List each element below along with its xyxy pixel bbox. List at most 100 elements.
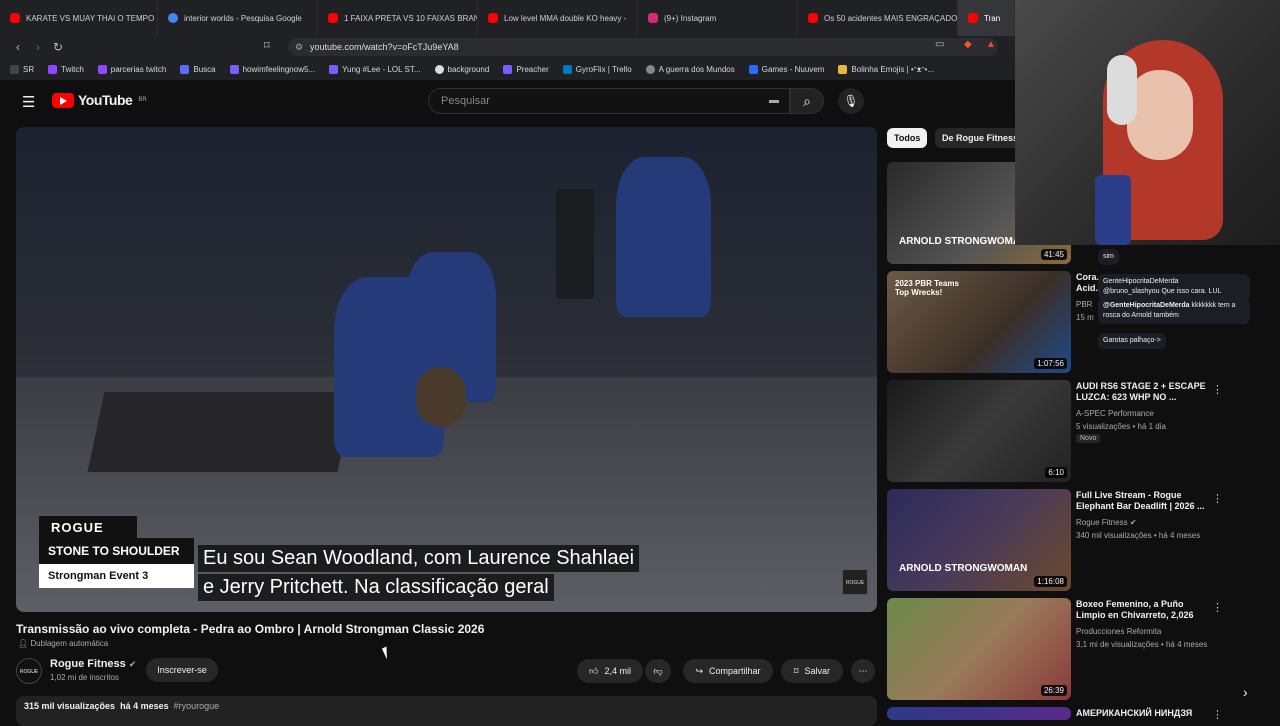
rec-thumbnail[interactable]: 26:39 [887, 598, 1071, 700]
subscribe-button[interactable]: Inscrever-se [146, 658, 218, 682]
bookmark-item[interactable]: Games - Nuuvem [748, 64, 824, 74]
google-icon [434, 64, 444, 74]
mouse-cursor-icon [381, 644, 397, 660]
twitch-icon [48, 64, 58, 74]
rec-more-icon[interactable]: ⋮ [1212, 383, 1223, 396]
bookmark-item[interactable]: SR [10, 64, 34, 74]
brave-shield-icon[interactable]: ◆ [964, 39, 972, 50]
channel-avatar[interactable]: ROGUE [16, 658, 42, 684]
rec-thumbnail[interactable]: ARNOLD STRONGWOMAN 1:16:08 [887, 489, 1071, 591]
browser-tab[interactable]: (9+) Instagram [638, 0, 798, 36]
bookmarks-bar: SR Twitch parcerias twitch Busca howimfe… [0, 58, 1015, 80]
share-icon: ↪ [695, 665, 703, 676]
browser-tab[interactable]: 1 FAIXA PRETA VS 10 FAIXAS BRAN [318, 0, 478, 36]
bookmark-item[interactable]: Busca [180, 64, 216, 74]
microphone [1095, 175, 1131, 245]
duration-badge: 1:16:08 [1034, 576, 1067, 587]
bookmark-folder[interactable]: Bolinha Emojis | •ᵔᴥᵔ•... [838, 64, 934, 74]
video-title: Transmissão ao vivo completa - Pedra ao … [16, 622, 485, 636]
brave-rewards-icon[interactable]: ▲ [986, 39, 996, 50]
browser-tab[interactable]: Low level MMA double KO heavy - [478, 0, 638, 36]
keyboard-icon[interactable]: ▬ [769, 89, 779, 113]
browser-tab[interactable]: Os 50 acidentes MAIS ENGRAÇADO [798, 0, 958, 36]
bookmark-item[interactable]: Preacher [503, 64, 549, 74]
like-button[interactable]: 👍︎ 2,4 mil [577, 659, 643, 683]
duration-badge: 1:07:56 [1034, 358, 1067, 369]
duration-badge: 6:10 [1045, 467, 1067, 478]
rec-title[interactable]: AUDI RS6 STAGE 2 + ESCAPE LUZCA: 623 WHP… [1076, 381, 1206, 403]
bookmark-item[interactable]: Yung #Lee - LOL ST... [329, 64, 421, 74]
share-button[interactable]: ↪ Compartilhar [683, 659, 773, 683]
twitch-icon [97, 64, 107, 74]
browser-tab-active[interactable]: Tran [958, 0, 1015, 36]
search-input[interactable]: Pesquisar ▬ [428, 88, 790, 114]
channel-name[interactable]: Rogue Fitness ✔ [50, 658, 136, 670]
new-badge: Novo [1076, 434, 1101, 443]
youtube-play-icon [52, 92, 74, 108]
rec-title[interactable]: АМЕРИКАНСКИЙ НИНДЗЯ [1076, 708, 1206, 719]
description-box[interactable]: 315 mil visualizações há 4 meses #ryouro… [16, 696, 877, 726]
more-actions-button[interactable]: ⋯ [851, 659, 875, 683]
bookmark-item[interactable]: parcerias twitch [97, 64, 166, 74]
url-field[interactable]: ⚙ youtube.com/watch?v=oFcTJu9eYA8 [288, 38, 998, 56]
rec-channel[interactable]: A-SPEC Performance [1076, 409, 1154, 418]
bookmark-item[interactable]: background [434, 64, 489, 74]
thumbs-down-icon: 👎︎ [653, 665, 663, 676]
rec-more-icon[interactable]: ⋮ [1212, 601, 1223, 614]
rec-meta: 5 visualizações • há 1 dia [1076, 422, 1166, 431]
rec-channel[interactable]: Rogue Fitness ✔ [1076, 518, 1137, 527]
verified-icon: ✔ [128, 659, 137, 669]
rec-channel[interactable]: PBR [1076, 300, 1092, 309]
chat-message: Garotas palhaço-> [1098, 333, 1166, 349]
rec-title[interactable]: Cora... Acid... [1076, 272, 1100, 294]
hashtag: #ryourogue [173, 701, 220, 711]
youtube-favicon-icon [10, 13, 20, 23]
upload-age: há 4 meses [120, 701, 169, 711]
bookmark-favicon-icon [329, 64, 339, 74]
chip-all[interactable]: Todos [887, 128, 928, 148]
site-info-icon[interactable]: ⚙ [295, 38, 303, 56]
voice-search-button[interactable]: 🎙︎ [838, 88, 864, 114]
channel-watermark[interactable]: ROGUE [842, 569, 868, 595]
event-name: STONE TO SHOULDER [39, 538, 194, 564]
youtube-logo[interactable]: YouTube BR [52, 92, 147, 108]
forward-icon[interactable]: › [28, 40, 48, 54]
chip-from-channel[interactable]: De Rogue Fitness [935, 128, 1026, 148]
search-button[interactable]: ⌕ [790, 88, 824, 114]
rec-more-icon[interactable]: ⋮ [1212, 492, 1223, 505]
bookmark-item[interactable]: Twitch [48, 64, 84, 74]
bookmark-favicon-icon [10, 64, 19, 74]
reload-icon[interactable]: ↻ [48, 40, 68, 54]
dislike-button[interactable]: 👎︎ [645, 659, 671, 683]
bookmark-favicon-icon [180, 64, 190, 74]
bookmark-item[interactable]: howimfeelingnow5... [229, 64, 315, 74]
trello-icon [562, 64, 572, 74]
browser-tab[interactable]: interior worlds - Pesquisa Google [158, 0, 318, 36]
more-icon: ⋯ [858, 665, 868, 676]
stone-barrel [556, 189, 594, 299]
cast-icon[interactable]: ▭ [935, 39, 944, 50]
menu-icon[interactable]: ☰ [22, 93, 35, 111]
scroll-right-icon[interactable]: › [1243, 684, 1248, 700]
rec-more-icon[interactable]: ⋮ [1212, 708, 1223, 721]
bookmark-favicon-icon [229, 64, 239, 74]
save-icon: ⌑ [793, 665, 799, 676]
rec-thumbnail[interactable] [887, 707, 1071, 720]
rec-channel[interactable]: Producciones Reformita [1076, 627, 1161, 636]
search-icon: ⌕ [803, 93, 811, 109]
bookmark-item[interactable]: A guerra dos Mundos [645, 64, 735, 74]
save-button[interactable]: ⌑ Salvar [781, 659, 843, 683]
bookmark-item[interactable]: GyroFlix | Trello [562, 64, 632, 74]
browser-tab[interactable]: KARATE VS MUAY THAI O TEMPO É [0, 0, 158, 36]
bookmark-icon[interactable]: ⌑ [264, 39, 270, 52]
rec-title[interactable]: Boxeo Femenino, a Puño Limpio en Chivarr… [1076, 599, 1206, 621]
person-icon: 👤︎ [18, 639, 29, 648]
back-icon[interactable]: ‹ [8, 40, 28, 54]
youtube-favicon-icon [968, 13, 978, 23]
rec-thumbnail[interactable]: 2023 PBR Teams Top Wrecks! 1:07:56 [887, 271, 1071, 373]
rec-title[interactable]: Full Live Stream - Rogue Elephant Bar De… [1076, 490, 1206, 512]
address-bar-row: ‹ › ↻ ⌑ ⚙ youtube.com/watch?v=oFcTJu9eYA8… [0, 36, 1015, 58]
crew-figure [616, 157, 711, 317]
globe-icon [645, 64, 655, 74]
rec-thumbnail[interactable]: 6:10 [887, 380, 1071, 482]
